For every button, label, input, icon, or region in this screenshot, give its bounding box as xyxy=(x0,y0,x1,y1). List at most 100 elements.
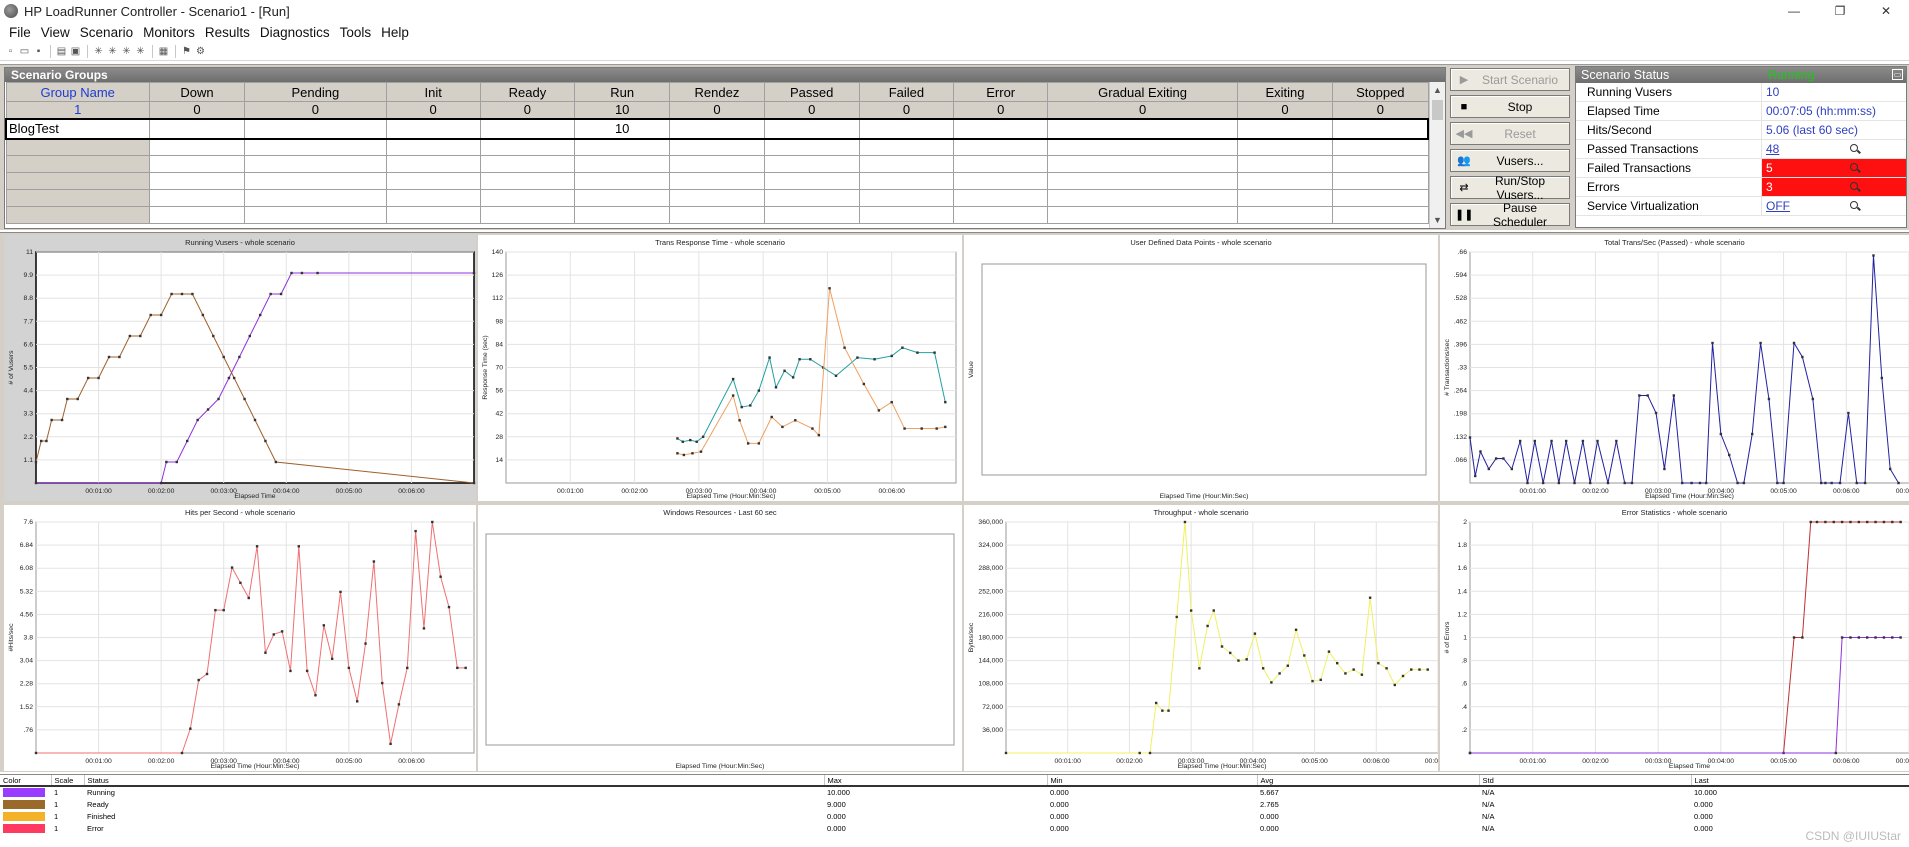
graph-panel[interactable]: Windows Resources - Last 60 sec Elapsed T… xyxy=(478,505,962,771)
detach-icon[interactable]: ▭ xyxy=(1892,69,1903,80)
data-point xyxy=(1711,341,1714,345)
graph-panel[interactable]: Total Trans/Sec (Passed) - whole scenari… xyxy=(1440,235,1909,501)
data-point xyxy=(1175,615,1178,619)
failed-transactions-value[interactable]: 5 xyxy=(1762,159,1906,177)
graph-panel[interactable]: Running Vusers - whole scenario 1.1 2.2 3.3… xyxy=(4,235,476,501)
service-virtualization-link[interactable]: OFF xyxy=(1762,197,1906,215)
legend-column-header[interactable]: Status xyxy=(84,775,825,787)
menu-help[interactable]: Help xyxy=(376,25,414,40)
graph-panel[interactable]: User Defined Data Points - whole scenari… xyxy=(964,235,1438,501)
scroll-down-icon[interactable]: ▼ xyxy=(1430,212,1445,228)
minimize-button[interactable]: — xyxy=(1771,0,1817,22)
pause-scheduler-button[interactable]: ❚❚ Pause Scheduler xyxy=(1450,201,1570,229)
errors-value[interactable]: 3 xyxy=(1762,178,1906,196)
column-header[interactable]: Group Name xyxy=(5,82,150,102)
graph-canvas: Elapsed Time (Hour:Min:Sec) xyxy=(485,533,955,770)
legend-row[interactable]: 1 Ready 9.000 0.000 2.765 N/A 0.000 xyxy=(0,798,1909,810)
y-tick-label: 360,000 xyxy=(978,519,1003,526)
magnifier-icon[interactable] xyxy=(1850,163,1858,171)
groups-scrollbar[interactable]: ▲ ▼ xyxy=(1429,82,1445,228)
x-axis-label: Elapsed Time (Hour:Min:Sec) xyxy=(1178,763,1267,770)
run-vusers-icon[interactable]: ✳ xyxy=(92,45,105,58)
legend-color-cell xyxy=(0,786,51,798)
legend-row[interactable]: 1 Finished 0.000 0.000 0.000 N/A 0.000 xyxy=(0,810,1909,822)
x-axis-label: Elapsed Time (Hour:Min:Sec) xyxy=(687,493,776,500)
data-point xyxy=(811,427,814,430)
data-point xyxy=(1368,596,1372,599)
magnifier-icon[interactable] xyxy=(1850,182,1858,190)
start-scenario-button[interactable]: ▶ Start Scenario xyxy=(1450,68,1570,91)
menu-tools[interactable]: Tools xyxy=(335,25,377,40)
legend-max-cell: 0.000 xyxy=(827,811,846,821)
graph-panel[interactable]: Trans Response Time - whole scenario 14 28… xyxy=(478,235,962,501)
gradual-stop-icon[interactable]: ✳ xyxy=(120,45,133,58)
graph-panel[interactable]: Error Statistics - whole scenario .2.4.6.… xyxy=(1440,505,1909,771)
table-row[interactable]: BlogTest 10 xyxy=(5,117,1430,140)
x-tick-label: 00:06:00 xyxy=(1363,758,1390,765)
menu-diagnostics[interactable]: Diagnostics xyxy=(255,25,335,40)
filter-icon[interactable]: ▦ xyxy=(157,45,170,58)
scroll-thumb[interactable] xyxy=(1432,100,1443,120)
column-header[interactable]: Rendez xyxy=(669,82,765,102)
column-header[interactable]: Down xyxy=(148,82,246,102)
column-header[interactable]: Error xyxy=(953,82,1049,102)
save-icon[interactable]: ▪ xyxy=(32,45,45,58)
magnifier-icon[interactable] xyxy=(1850,201,1858,209)
design-view-icon[interactable]: ▤ xyxy=(55,45,68,58)
column-header[interactable]: Failed xyxy=(858,82,955,102)
legend-column-header[interactable]: Std xyxy=(1479,775,1692,787)
legend-column-header[interactable]: Avg xyxy=(1257,775,1480,787)
column-header[interactable]: Stopped xyxy=(1332,82,1429,102)
column-header[interactable]: Ready xyxy=(479,82,576,102)
group-name-cell[interactable]: BlogTest xyxy=(5,117,150,140)
data-point xyxy=(238,355,241,359)
new-icon[interactable]: ▫ xyxy=(4,45,17,58)
data-point xyxy=(1385,667,1388,670)
menu-file[interactable]: File xyxy=(4,25,36,40)
legend-row[interactable]: 1 Running 10.000 0.000 5.667 N/A 10.000 xyxy=(0,786,1909,798)
magnifier-icon[interactable] xyxy=(1850,144,1858,152)
results-icon[interactable]: ⚑ xyxy=(180,45,193,58)
watermark: CSDN @IUIUStar xyxy=(1805,829,1901,843)
data-point xyxy=(1229,651,1232,655)
graph-panel[interactable]: Hits per Second - whole scenario .76 1.52 2… xyxy=(4,505,476,771)
restore-button[interactable]: ❐ xyxy=(1817,0,1863,22)
open-icon[interactable]: ▭ xyxy=(18,45,31,58)
scroll-up-icon[interactable]: ▲ xyxy=(1430,82,1445,98)
column-header[interactable]: Exiting xyxy=(1236,82,1334,102)
reset-button[interactable]: ◀◀ Reset xyxy=(1450,122,1570,145)
vusers-button[interactable]: 👥 Vusers... xyxy=(1450,149,1570,172)
column-header[interactable]: Passed xyxy=(763,82,860,102)
run-stop-vusers-button[interactable]: ⇄ Run/Stop Vusers... xyxy=(1450,174,1570,202)
reset-vusers-icon[interactable]: ✳ xyxy=(134,45,147,58)
data-point xyxy=(944,425,947,429)
legend-std-cell: N/A xyxy=(1482,823,1495,833)
close-button[interactable]: ✕ xyxy=(1863,0,1909,22)
menu-results[interactable]: Results xyxy=(200,25,255,40)
menu-view[interactable]: View xyxy=(36,25,75,40)
y-axis-label: # of Vusers xyxy=(8,350,15,385)
legend-column-header[interactable]: Max xyxy=(824,775,1048,787)
data-point xyxy=(1360,673,1364,676)
menu-monitors[interactable]: Monitors xyxy=(138,25,200,40)
data-point xyxy=(222,355,225,359)
graph-panel[interactable]: Throughput - whole scenario 36,000 72,000 1… xyxy=(964,505,1438,771)
menu-scenario[interactable]: Scenario xyxy=(75,25,138,40)
x-tick-label: 00:06:00 xyxy=(878,488,905,495)
column-header[interactable]: Pending xyxy=(244,82,387,102)
column-header[interactable]: Run xyxy=(574,82,671,102)
column-header[interactable]: Init xyxy=(385,82,481,102)
legend-column-header[interactable]: Color xyxy=(0,775,52,787)
legend-row[interactable]: 1 Error 0.000 0.000 0.000 N/A 0.000 xyxy=(0,822,1909,834)
legend-column-header[interactable]: Scale xyxy=(51,775,85,787)
data-point xyxy=(1698,481,1702,485)
stop-button[interactable]: ■ Stop xyxy=(1450,95,1570,118)
passed-transactions-link[interactable]: 48 xyxy=(1762,140,1906,158)
run-view-icon[interactable]: ▣ xyxy=(69,45,82,58)
stop-vusers-icon[interactable]: ✳ xyxy=(106,45,119,58)
analyze-icon[interactable]: ⚙ xyxy=(194,45,207,58)
legend-column-header[interactable]: Min xyxy=(1047,775,1258,787)
run-stop-icon: ⇄ xyxy=(1459,182,1469,194)
legend-column-header[interactable]: Last xyxy=(1691,775,1909,787)
column-header[interactable]: Gradual Exiting xyxy=(1047,82,1238,102)
